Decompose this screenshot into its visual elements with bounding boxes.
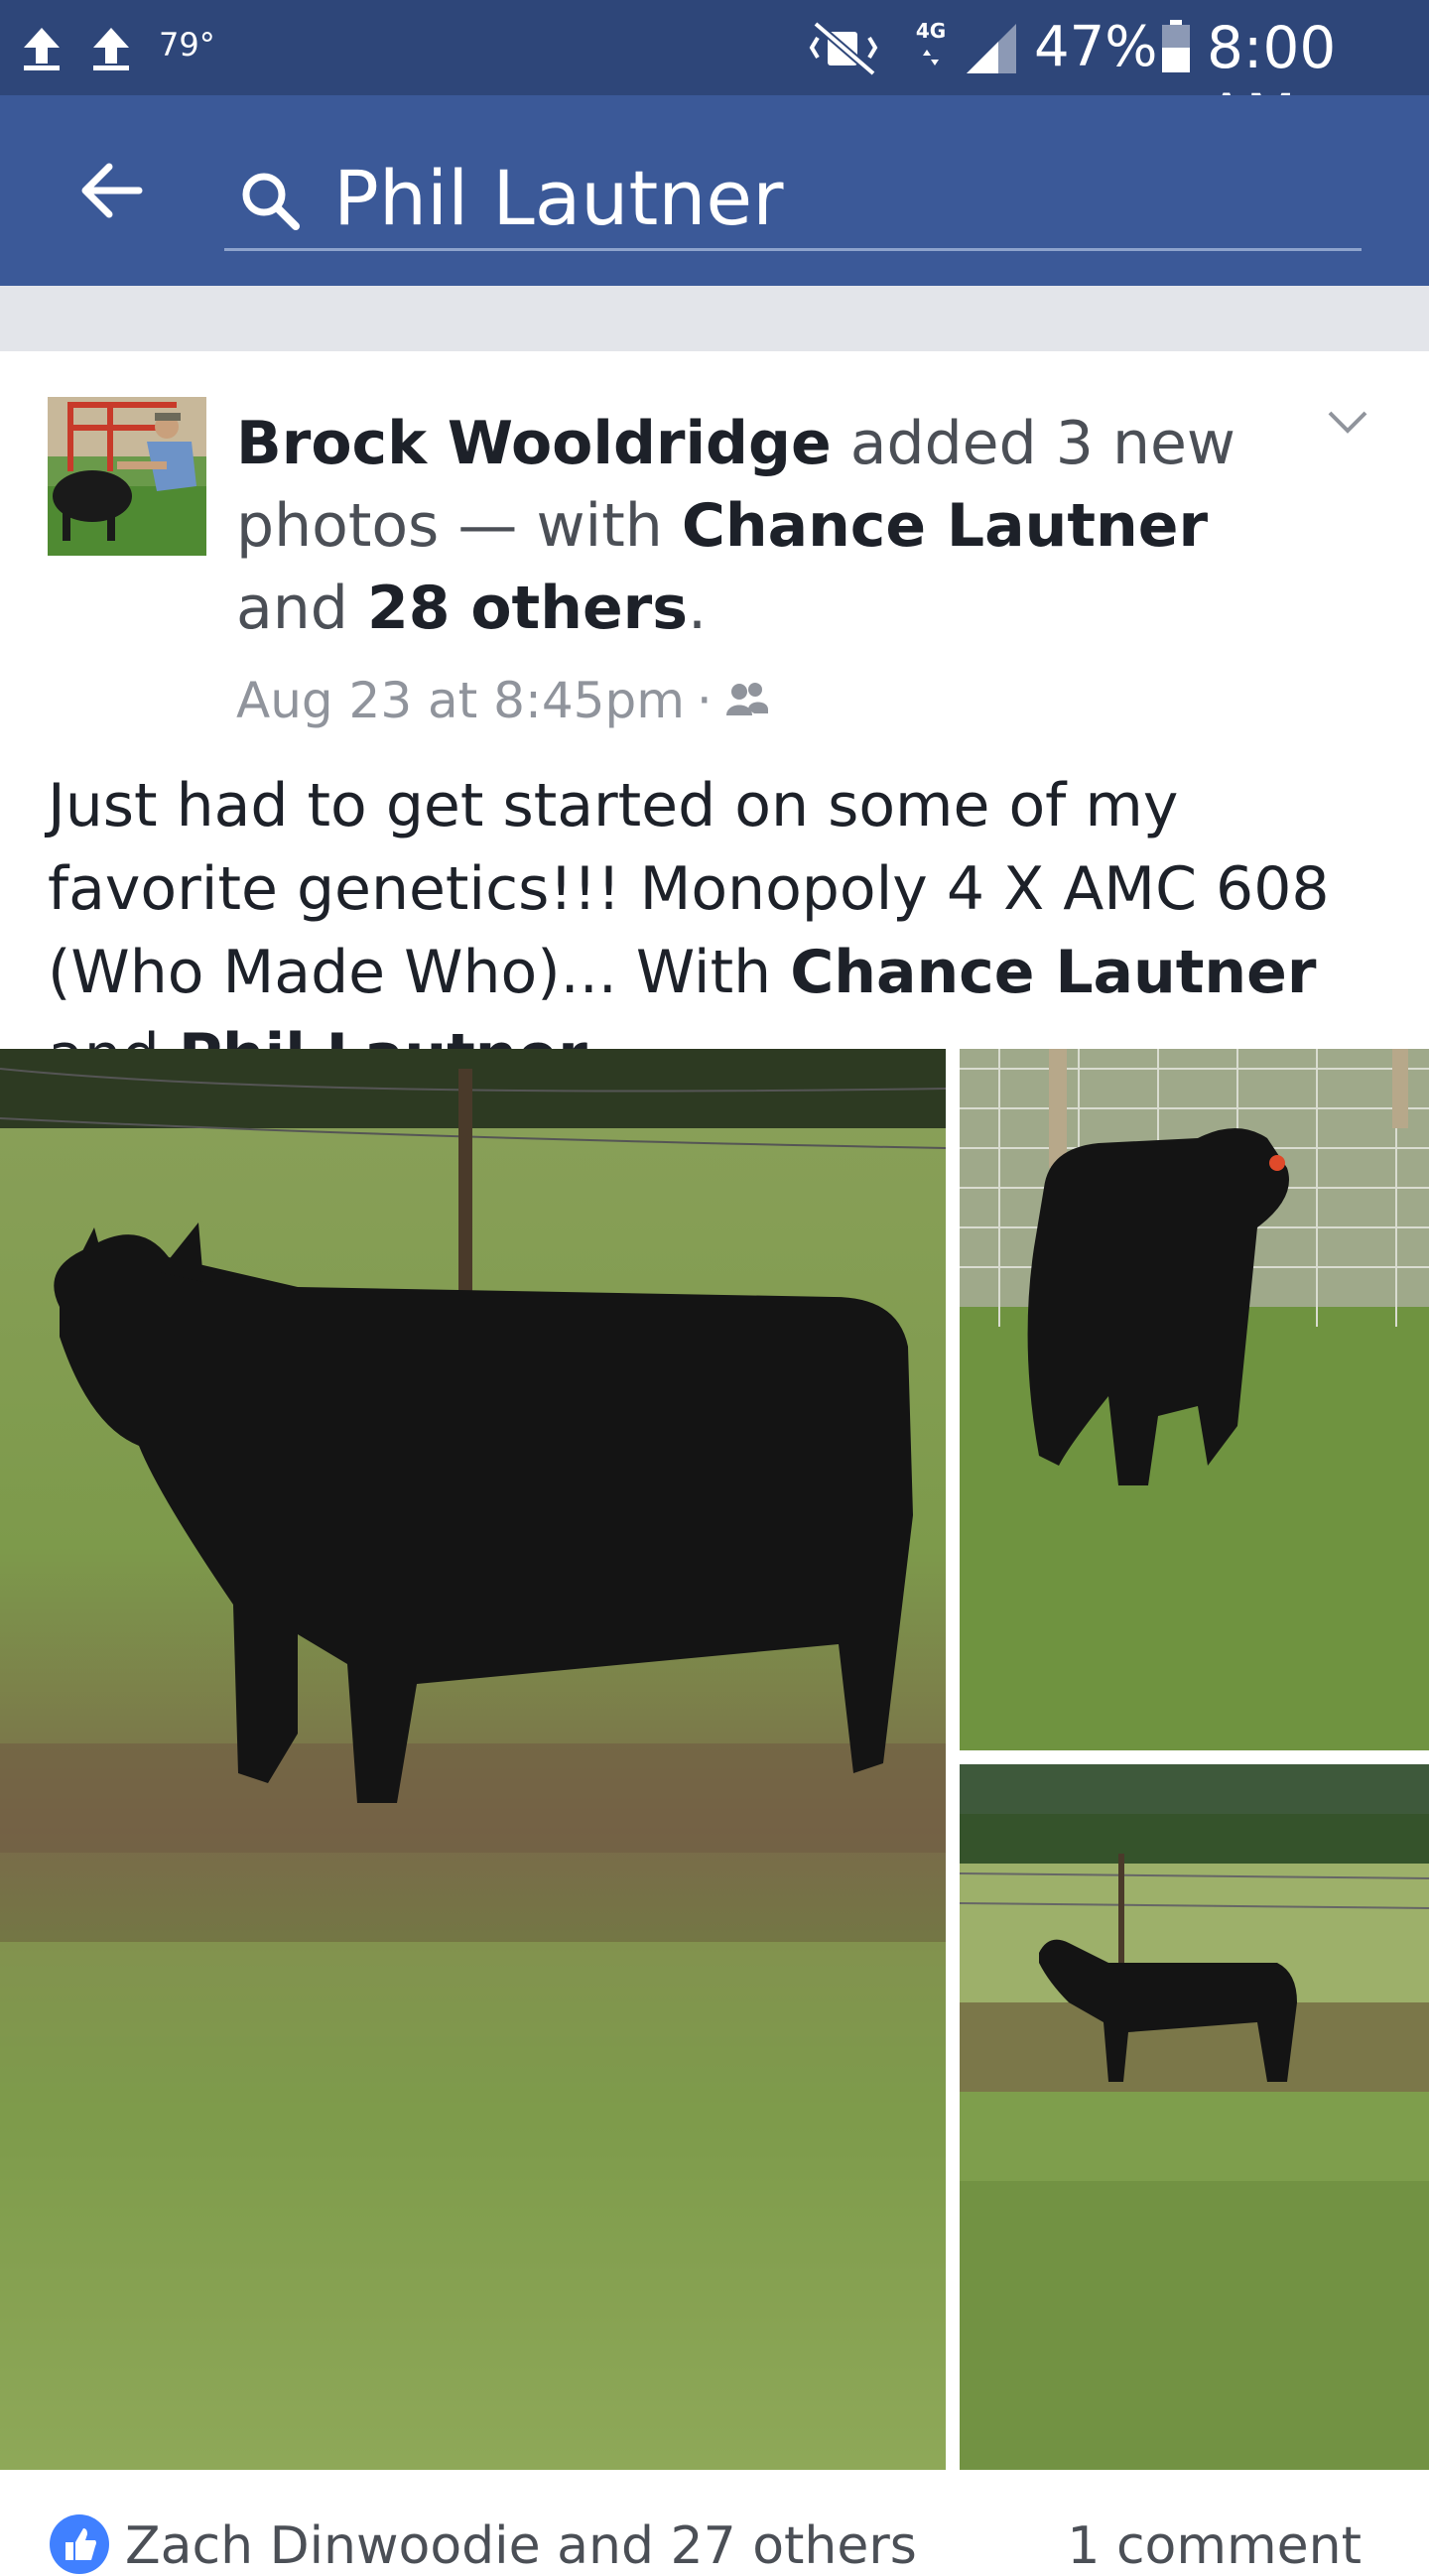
post-card: Brock Wooldridge added 3 new photos — wi…: [0, 351, 1429, 2540]
timestamp[interactable]: Aug 23 at 8:45pm: [236, 672, 685, 729]
chevron-down-icon[interactable]: [1324, 405, 1371, 441]
network-4g-icon: 4G: [916, 19, 946, 65]
avatar[interactable]: [48, 397, 206, 556]
search-input[interactable]: Phil Lautner: [224, 139, 1362, 251]
search-icon: [242, 173, 300, 230]
tagged-user[interactable]: Chance Lautner: [682, 491, 1208, 561]
search-query: Phil Lautner: [333, 154, 784, 242]
temperature: 79°: [159, 26, 215, 64]
feed-separator: [0, 286, 1429, 351]
back-arrow-icon[interactable]: [75, 155, 147, 226]
meta-separator: ·: [696, 672, 713, 729]
photo-bottom-right[interactable]: [960, 1764, 1429, 2470]
upload-icon: [24, 28, 60, 70]
photo-top-right[interactable]: [960, 1049, 1429, 1750]
photo-main[interactable]: [0, 1049, 946, 2470]
vibrate-mute-icon: [809, 20, 878, 77]
upload-icon: [93, 28, 129, 70]
tagged-others[interactable]: 28 others: [367, 574, 688, 643]
search-header: Phil Lautner: [0, 95, 1429, 286]
friends-icon: [725, 682, 768, 715]
period: .: [687, 574, 708, 643]
author-name[interactable]: Brock Wooldridge: [236, 409, 832, 478]
signal-icon: [967, 24, 1016, 73]
comment-count[interactable]: 1 comment: [1067, 2516, 1362, 2576]
and-text: and: [236, 574, 367, 643]
post-message: Just had to get started on some of my fa…: [48, 764, 1407, 1097]
like-icon: [50, 2514, 109, 2574]
message-tag[interactable]: Chance Lautner: [790, 938, 1316, 1007]
battery-icon: [1162, 20, 1190, 72]
photo-grid: [0, 1049, 1429, 2470]
reactions-bar: Zach Dinwoodie and 27 others 1 comment: [0, 2461, 1429, 2576]
svg-text:4G: 4G: [916, 19, 946, 43]
status-bar: 79° 4G 47% 8:00 AM: [0, 0, 1429, 149]
battery-percent: 47%: [1034, 15, 1158, 79]
post-headline: Brock Wooldridge added 3 new photos — wi…: [236, 403, 1328, 650]
post-meta: Aug 23 at 8:45pm ·: [236, 669, 770, 732]
reaction-summary[interactable]: Zach Dinwoodie and 27 others: [125, 2516, 917, 2576]
